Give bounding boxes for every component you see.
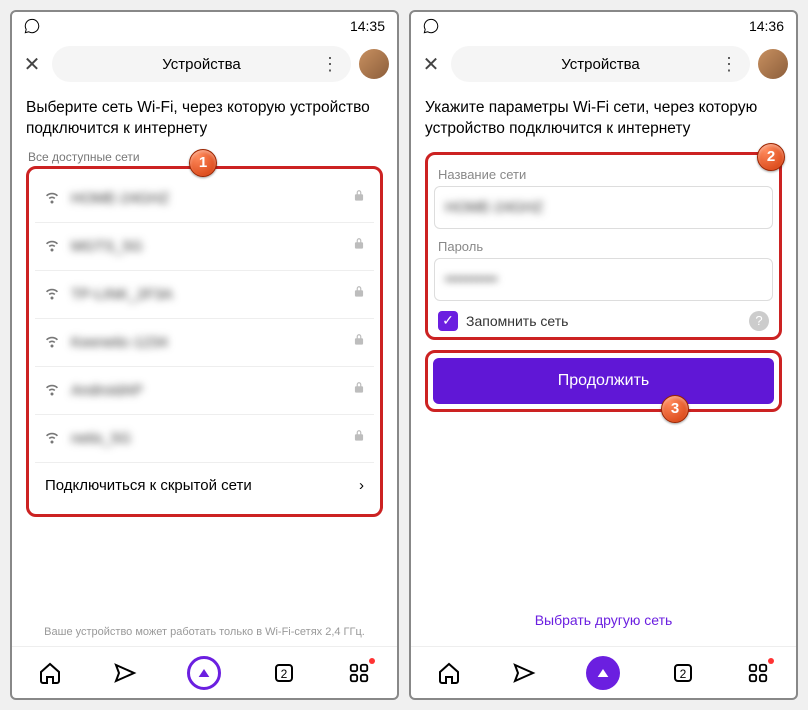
wifi-network-row[interactable]: Keenetic-1234 bbox=[35, 318, 374, 366]
content-area: Выберите сеть Wi-Fi, через которую устро… bbox=[12, 88, 397, 646]
notification-dot-icon bbox=[768, 658, 774, 664]
step-badge-2: 2 bbox=[757, 143, 785, 171]
wifi-network-name: Keenetic-1234 bbox=[71, 334, 342, 351]
nav-send-icon[interactable] bbox=[112, 660, 138, 686]
choose-other-network-link[interactable]: Выбрать другую сеть bbox=[425, 612, 782, 628]
wifi-network-name: AndroidAP bbox=[71, 382, 342, 399]
wifi-network-name: netis_5G bbox=[71, 430, 342, 447]
wifi-icon bbox=[43, 235, 61, 258]
phone-screen-right: 14:36 ✕ Устройства ⋮ Укажите параметры W… bbox=[409, 10, 798, 700]
highlight-box-3: Продолжить 3 bbox=[425, 350, 782, 412]
wifi-icon bbox=[43, 379, 61, 402]
wifi-network-row[interactable]: TP-LINK_2F3A bbox=[35, 270, 374, 318]
status-bar: 14:35 bbox=[12, 12, 397, 40]
lock-icon bbox=[352, 381, 366, 400]
lock-icon bbox=[352, 189, 366, 208]
nav-tabs-icon[interactable] bbox=[670, 660, 696, 686]
step-badge-3: 3 bbox=[661, 395, 689, 423]
wifi-network-row[interactable]: AndroidAP bbox=[35, 366, 374, 414]
wifi-icon bbox=[43, 427, 61, 450]
bottom-nav bbox=[411, 646, 796, 698]
whatsapp-icon bbox=[423, 18, 439, 34]
wifi-network-list: HOME-24GHZ MGTS_5G TP-LINK_2F3A Keenetic-12… bbox=[35, 175, 374, 462]
password-input[interactable]: •••••••••• bbox=[434, 258, 773, 301]
status-time: 14:35 bbox=[350, 18, 385, 34]
topbar-pill[interactable]: Устройства ⋮ bbox=[52, 46, 351, 82]
status-time: 14:36 bbox=[749, 18, 784, 34]
wifi-icon bbox=[43, 283, 61, 306]
topbar-title: Устройства bbox=[561, 56, 639, 73]
continue-button[interactable]: Продолжить bbox=[433, 358, 774, 404]
phone-screen-left: 14:35 ✕ Устройства ⋮ Выберите сеть Wi-Fi… bbox=[10, 10, 399, 700]
wifi-network-row[interactable]: HOME-24GHZ bbox=[35, 175, 374, 222]
nav-apps-icon[interactable] bbox=[745, 660, 771, 686]
more-icon[interactable]: ⋮ bbox=[321, 54, 339, 75]
nav-alice-icon[interactable] bbox=[586, 656, 620, 690]
avatar[interactable] bbox=[758, 49, 788, 79]
password-label: Пароль bbox=[438, 239, 773, 254]
status-bar: 14:36 bbox=[411, 12, 796, 40]
content-area: Укажите параметры Wi-Fi сети, через кото… bbox=[411, 88, 796, 646]
topbar: ✕ Устройства ⋮ bbox=[12, 40, 397, 88]
bottom-nav bbox=[12, 646, 397, 698]
ssid-input[interactable]: HOME-24GHZ bbox=[434, 186, 773, 229]
topbar-title: Устройства bbox=[162, 56, 240, 73]
nav-alice-icon[interactable] bbox=[187, 656, 221, 690]
close-icon[interactable]: ✕ bbox=[419, 52, 443, 77]
nav-apps-icon[interactable] bbox=[346, 660, 372, 686]
highlight-box-2: 2 Название сети HOME-24GHZ Пароль ••••••… bbox=[425, 152, 782, 340]
wifi-icon bbox=[43, 187, 61, 210]
nav-home-icon[interactable] bbox=[436, 660, 462, 686]
step-badge-1: 1 bbox=[189, 149, 217, 177]
page-heading: Выберите сеть Wi-Fi, через которую устро… bbox=[26, 98, 383, 140]
connect-hidden-network[interactable]: Подключиться к скрытой сети › bbox=[35, 462, 374, 508]
ssid-label: Название сети bbox=[438, 167, 773, 182]
wifi-network-row[interactable]: MGTS_5G bbox=[35, 222, 374, 270]
lock-icon bbox=[352, 237, 366, 256]
help-icon[interactable]: ? bbox=[749, 311, 769, 331]
more-icon[interactable]: ⋮ bbox=[720, 54, 738, 75]
wifi-network-name: MGTS_5G bbox=[71, 238, 342, 255]
wifi-network-name: HOME-24GHZ bbox=[71, 190, 342, 207]
highlight-box-1: 1 HOME-24GHZMGTS_5GTP-LINK_2F3AKeenetic-… bbox=[26, 166, 383, 517]
footnote: Ваше устройство может работать только в … bbox=[26, 626, 383, 638]
whatsapp-icon bbox=[24, 18, 40, 34]
wifi-network-row[interactable]: netis_5G bbox=[35, 414, 374, 462]
lock-icon bbox=[352, 285, 366, 304]
topbar-pill[interactable]: Устройства ⋮ bbox=[451, 46, 750, 82]
chevron-right-icon: › bbox=[359, 477, 364, 494]
remember-label: Запомнить сеть bbox=[466, 313, 741, 329]
lock-icon bbox=[352, 333, 366, 352]
lock-icon bbox=[352, 429, 366, 448]
page-heading: Укажите параметры Wi-Fi сети, через кото… bbox=[425, 98, 782, 140]
nav-tabs-icon[interactable] bbox=[271, 660, 297, 686]
wifi-icon bbox=[43, 331, 61, 354]
remember-checkbox[interactable]: ✓ bbox=[438, 311, 458, 331]
nav-home-icon[interactable] bbox=[37, 660, 63, 686]
hidden-network-label: Подключиться к скрытой сети bbox=[45, 477, 252, 494]
avatar[interactable] bbox=[359, 49, 389, 79]
close-icon[interactable]: ✕ bbox=[20, 52, 44, 77]
topbar: ✕ Устройства ⋮ bbox=[411, 40, 796, 88]
nav-send-icon[interactable] bbox=[511, 660, 537, 686]
notification-dot-icon bbox=[369, 658, 375, 664]
wifi-network-name: TP-LINK_2F3A bbox=[71, 286, 342, 303]
